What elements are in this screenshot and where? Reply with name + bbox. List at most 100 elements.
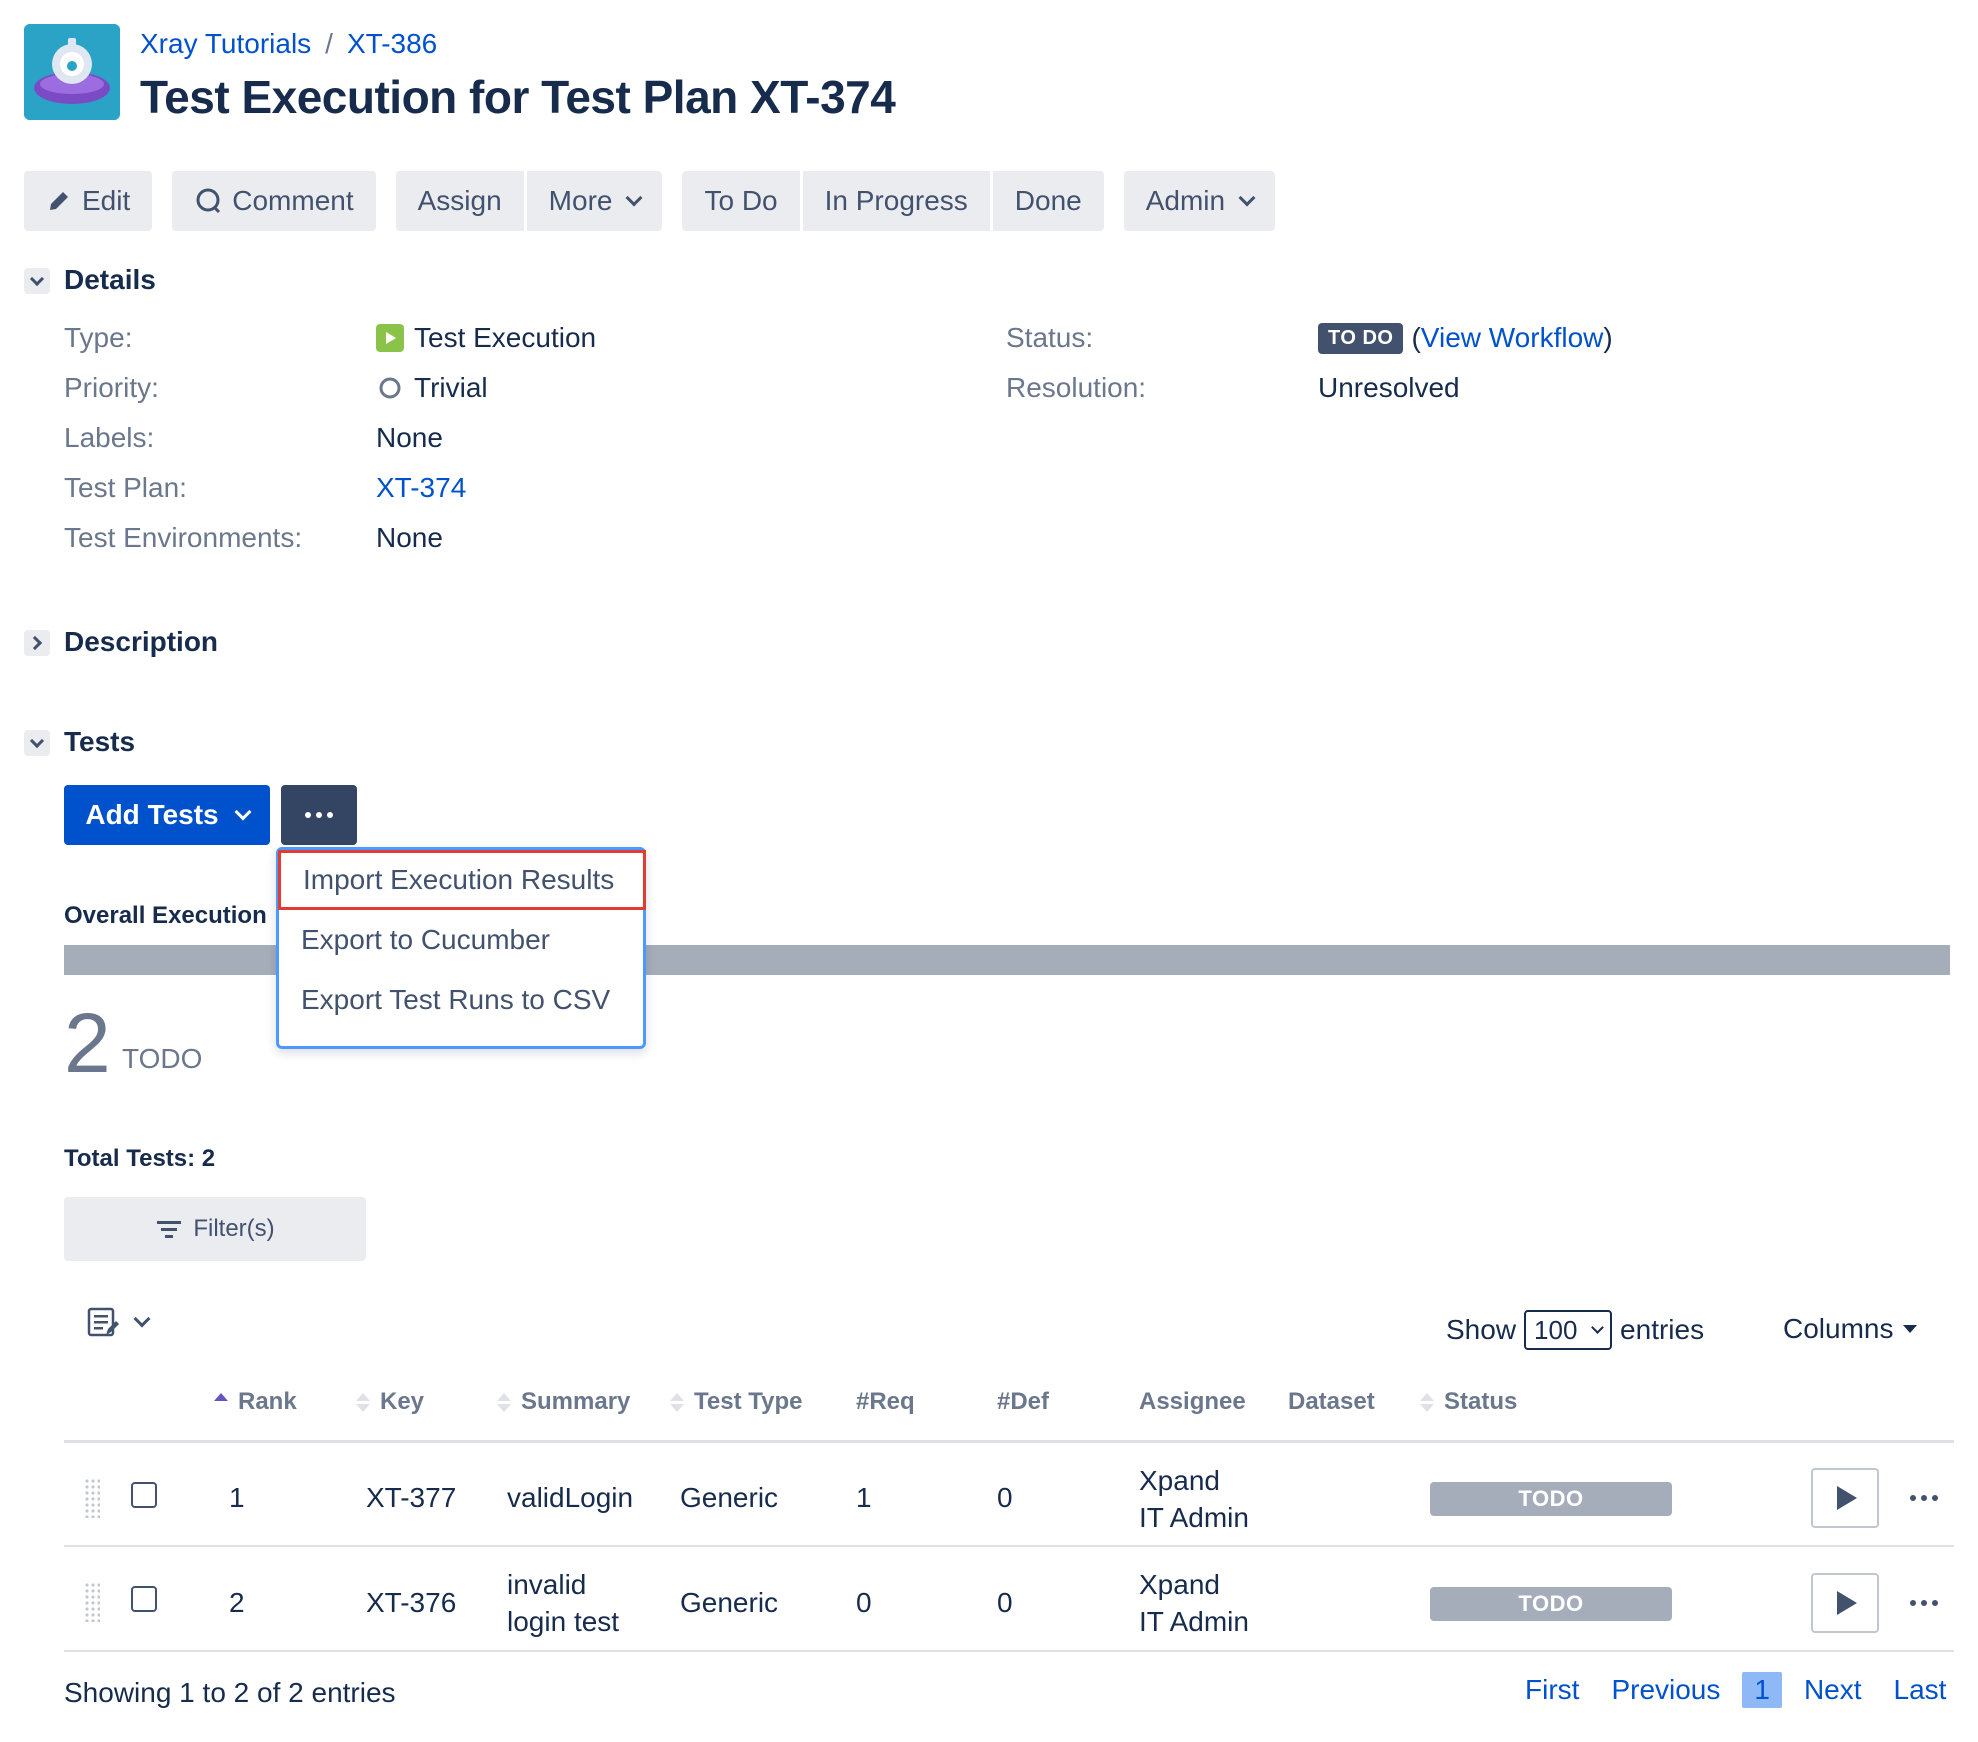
sort-icon bbox=[356, 1392, 370, 1412]
column-header-test-type[interactable]: Test Type bbox=[670, 1388, 802, 1416]
test-environments-value: None bbox=[376, 522, 443, 553]
export-to-cucumber-item[interactable]: Export to Cucumber bbox=[279, 910, 643, 970]
priority-label: Priority: bbox=[64, 372, 159, 403]
more-actions-button[interactable] bbox=[281, 785, 357, 845]
done-transition-button[interactable]: Done bbox=[992, 171, 1104, 231]
columns-button[interactable]: Columns bbox=[1783, 1313, 1918, 1345]
chevron-down-icon bbox=[29, 733, 45, 748]
breadcrumb-project-link[interactable]: Xray Tutorials bbox=[140, 28, 311, 60]
row-checkbox[interactable] bbox=[131, 1482, 157, 1508]
edit-button[interactable]: Edit bbox=[24, 171, 153, 231]
row-summary-line2: login test bbox=[507, 1606, 620, 1637]
description-toggle[interactable] bbox=[24, 630, 50, 656]
execute-test-button[interactable] bbox=[1811, 1468, 1879, 1528]
comment-icon bbox=[196, 188, 221, 214]
caret-down-icon bbox=[1903, 1325, 1918, 1333]
list-edit-icon bbox=[87, 1307, 119, 1337]
resolution-label: Resolution: bbox=[1006, 372, 1147, 403]
labels-label: Labels: bbox=[64, 422, 155, 453]
todo-transition-button[interactable]: To Do bbox=[682, 171, 800, 231]
pagination-current-page[interactable]: 1 bbox=[1742, 1672, 1782, 1708]
breadcrumb-issue-link[interactable]: XT-386 bbox=[347, 28, 437, 60]
more-button[interactable]: More bbox=[526, 171, 663, 231]
status-badge: TO DO bbox=[1318, 322, 1404, 354]
todo-count-label: TODO bbox=[122, 1043, 203, 1074]
chevron-down-icon bbox=[1591, 1321, 1604, 1334]
status-label: Status: bbox=[1006, 322, 1094, 353]
filters-button[interactable]: Filter(s) bbox=[64, 1197, 366, 1261]
row-actions-icon[interactable] bbox=[1910, 1495, 1938, 1501]
show-label: Show bbox=[1446, 1314, 1517, 1345]
priority-value-text: Trivial bbox=[414, 372, 488, 403]
row-key-link[interactable]: XT-377 bbox=[366, 1482, 456, 1514]
columns-label: Columns bbox=[1783, 1313, 1894, 1344]
column-header-def: #Def bbox=[997, 1388, 1050, 1415]
pagination-previous[interactable]: Previous bbox=[1611, 1674, 1720, 1706]
pagination-first[interactable]: First bbox=[1525, 1674, 1579, 1706]
column-header-test-type-label: Test Type bbox=[694, 1388, 803, 1415]
row-rank: 2 bbox=[229, 1587, 245, 1618]
row-actions-icon[interactable] bbox=[1910, 1600, 1938, 1606]
column-header-rank[interactable]: Rank bbox=[214, 1388, 297, 1416]
table-bottom-divider bbox=[64, 1650, 1954, 1652]
row-assignee-line1: Xpand bbox=[1139, 1569, 1220, 1600]
details-toggle[interactable] bbox=[24, 268, 50, 294]
project-avatar[interactable] bbox=[24, 24, 120, 120]
total-tests-label: Total Tests: 2 bbox=[64, 1145, 216, 1172]
row-test-type: Generic bbox=[680, 1482, 779, 1513]
pencil-icon bbox=[50, 192, 68, 210]
breadcrumb-separator: / bbox=[325, 28, 333, 59]
admin-button[interactable]: Admin bbox=[1123, 171, 1276, 231]
row-key-link[interactable]: XT-376 bbox=[366, 1587, 456, 1619]
type-value: Test Execution bbox=[376, 322, 596, 354]
import-execution-results-item[interactable]: Import Execution Results bbox=[278, 850, 646, 910]
row-summary-link[interactable]: invalid login test bbox=[507, 1566, 619, 1640]
row-req-link[interactable]: 1 bbox=[856, 1482, 872, 1514]
page-size-select[interactable]: 100 bbox=[1524, 1310, 1613, 1350]
column-header-key[interactable]: Key bbox=[356, 1388, 424, 1416]
column-header-summary[interactable]: Summary bbox=[497, 1388, 630, 1416]
filters-label: Filter(s) bbox=[193, 1215, 275, 1242]
table-header-divider bbox=[64, 1440, 1954, 1443]
add-tests-button[interactable]: Add Tests bbox=[64, 785, 270, 845]
test-execution-icon bbox=[376, 324, 404, 352]
sort-asc-icon bbox=[214, 1392, 228, 1412]
row-assignee-line2: IT Admin bbox=[1139, 1606, 1249, 1637]
edit-button-label: Edit bbox=[82, 185, 131, 216]
pagination-last[interactable]: Last bbox=[1894, 1674, 1947, 1706]
view-workflow-link[interactable]: View Workflow bbox=[1421, 322, 1604, 354]
row-assignee-link[interactable]: Xpand IT Admin bbox=[1139, 1566, 1249, 1640]
issue-toolbar: Edit Comment Assign More To Do In Progre… bbox=[24, 171, 1276, 231]
view-workflow-paren-close: ) bbox=[1603, 322, 1613, 353]
in-progress-transition-button[interactable]: In Progress bbox=[802, 171, 990, 231]
row-checkbox[interactable] bbox=[131, 1586, 157, 1612]
drag-handle-icon[interactable] bbox=[84, 1478, 100, 1518]
test-plan-link[interactable]: XT-374 bbox=[376, 472, 466, 504]
row-req: 0 bbox=[856, 1587, 872, 1618]
bulk-edit-toggle[interactable] bbox=[86, 1305, 151, 1339]
row-assignee-line1: Xpand bbox=[1139, 1465, 1220, 1496]
page-title: Test Execution for Test Plan XT-374 bbox=[140, 71, 896, 123]
details-heading: Details bbox=[64, 264, 156, 295]
test-plan-label: Test Plan: bbox=[64, 472, 187, 503]
row-assignee-link[interactable]: Xpand IT Admin bbox=[1139, 1462, 1249, 1536]
admin-button-label: Admin bbox=[1145, 185, 1226, 216]
export-test-runs-csv-item[interactable]: Export Test Runs to CSV bbox=[279, 970, 643, 1030]
status-value: TO DO (View Workflow) bbox=[1318, 322, 1613, 354]
todo-count: 2 bbox=[64, 996, 111, 1090]
ufo-logo-icon bbox=[24, 24, 120, 120]
ellipsis-icon bbox=[305, 812, 333, 818]
chevron-down-icon bbox=[29, 271, 45, 286]
page-size-value: 100 bbox=[1534, 1314, 1578, 1345]
chevron-down-icon bbox=[133, 1310, 151, 1328]
comment-button[interactable]: Comment bbox=[172, 171, 376, 231]
execute-test-button[interactable] bbox=[1811, 1573, 1879, 1633]
row-summary-link[interactable]: validLogin bbox=[507, 1482, 633, 1514]
tests-heading: Tests bbox=[64, 726, 136, 757]
assign-button[interactable]: Assign bbox=[395, 171, 524, 231]
tests-toggle[interactable] bbox=[24, 730, 50, 756]
pagination-next[interactable]: Next bbox=[1804, 1674, 1862, 1706]
column-header-status[interactable]: Status bbox=[1420, 1388, 1517, 1416]
labels-value: None bbox=[376, 422, 443, 453]
drag-handle-icon[interactable] bbox=[84, 1582, 100, 1622]
